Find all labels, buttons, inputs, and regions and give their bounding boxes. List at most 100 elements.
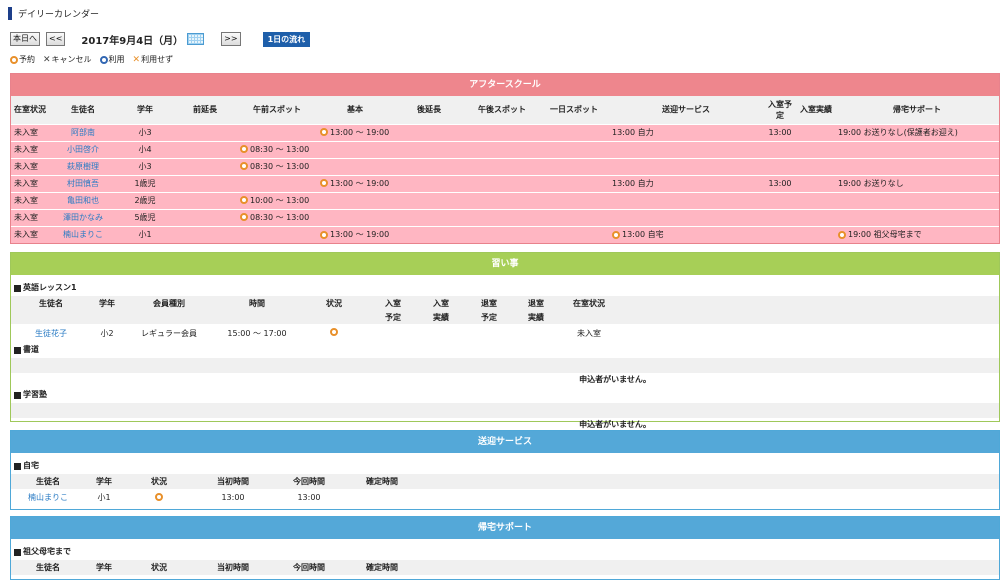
empty-cell: [173, 225, 237, 243]
col-grade: 学年: [85, 560, 123, 575]
entry-text: 13:00 ～ 19:00: [330, 230, 390, 239]
reserve-circle-icon[interactable]: [240, 196, 248, 205]
orange-circle-icon: [10, 55, 18, 64]
cell-am: 08:30 ～ 13:00: [237, 140, 317, 158]
empty-cell: [539, 191, 609, 209]
cell-am: 08:30 ～ 13:00: [237, 208, 317, 226]
blank: [91, 310, 123, 324]
cell-home: 19:00 お送りなし(保護者お迎え): [835, 123, 999, 141]
empty-cell: [173, 208, 237, 226]
table-row: 未入室 楠山まりこ 小1 13:00 ～ 19:00 13:00 自宅 19:00 祖父母…: [11, 225, 999, 243]
student-link[interactable]: 楠山まりこ: [11, 489, 85, 506]
empty-cell: [465, 324, 513, 342]
reserve-entry[interactable]: 13:00 自宅: [612, 229, 664, 240]
next-day-button[interactable]: >>: [221, 32, 241, 46]
col-out-actual: 退室: [513, 296, 559, 310]
entry-text: 08:30 ～ 13:00: [250, 144, 310, 154]
cell-send: [609, 208, 763, 226]
student-link[interactable]: 生徒花子: [11, 324, 91, 342]
cell-name[interactable]: 萩原樹理: [49, 157, 117, 175]
calligraphy-title: 書道: [11, 342, 999, 358]
day-flow-button[interactable]: 1日の流れ: [262, 31, 311, 47]
reserve-circle-icon[interactable]: [240, 145, 248, 154]
calendar-icon[interactable]: [187, 33, 205, 45]
cell-home: [835, 140, 999, 158]
orange-cross-icon: ✕: [132, 54, 141, 65]
empty-cell: [393, 123, 465, 141]
cell-send: 13:00 自力: [609, 123, 763, 141]
empty-cell: [539, 225, 609, 243]
col-room: 在室状況: [559, 296, 619, 310]
reserve-entry[interactable]: 08:30 ～ 13:00: [240, 144, 309, 155]
reserve-entry[interactable]: 19:00 祖父母宅まで: [838, 229, 922, 240]
room-status-cell: 未入室: [577, 328, 601, 338]
reserve-circle-icon[interactable]: [320, 128, 328, 137]
confirmed-time-cell: [347, 489, 417, 506]
reserve-circle-icon[interactable]: [320, 179, 328, 188]
col-spacer: [417, 474, 999, 489]
empty-cell: [369, 324, 417, 342]
cell-name[interactable]: 亀田和也: [49, 191, 117, 209]
cell-basic: 13:00 ～ 19:00: [317, 123, 393, 141]
empty-cell: [173, 140, 237, 158]
cell-name[interactable]: 澤田かなみ: [49, 208, 117, 226]
col-basic: 基本: [317, 96, 393, 124]
cell-grade: 小3: [117, 157, 173, 175]
cell-home: [835, 157, 999, 175]
cell-in-plan: 13:00: [763, 123, 797, 141]
reserve-entry[interactable]: 13:00 ～ 19:00: [320, 127, 389, 138]
home-header-row: 生徒名 学年 状況 当初時間 今回時間 確定時間: [11, 560, 999, 575]
table-row: 楠山まりこ 小1 13:00 13:00: [11, 489, 999, 506]
member-cell: レギュラー会員: [141, 328, 197, 338]
cell-name[interactable]: 村田慎吾: [49, 174, 117, 192]
reserve-circle-icon[interactable]: [329, 328, 338, 336]
date-nav: 本日へ << 2017年9月4日（月） >> 1日の流れ: [10, 31, 311, 47]
entry-text: 08:30 ～ 13:00: [250, 212, 310, 222]
cell-home: [835, 208, 999, 226]
cell-am: 10:00 ～ 13:00: [237, 191, 317, 209]
empty-cell: [797, 140, 835, 158]
col-in-plan: 入室予定: [763, 96, 797, 124]
col-name: 生徒名: [11, 560, 85, 575]
reserve-entry[interactable]: 08:30 ～ 13:00: [240, 212, 309, 223]
calligraphy-label: 書道: [23, 345, 39, 354]
prev-day-button[interactable]: <<: [46, 32, 66, 46]
reserve-circle-icon[interactable]: [838, 230, 846, 239]
reserve-circle-icon[interactable]: [154, 492, 163, 501]
reserve-circle-icon[interactable]: [612, 230, 620, 239]
cell-in-plan: [763, 157, 797, 175]
cell-home: 19:00 お送りなし: [835, 174, 999, 192]
entry-text: 10:00 ～ 13:00: [250, 195, 310, 205]
home-support-header: 帰宅サポート: [11, 517, 999, 539]
cell-in-plan: [763, 191, 797, 209]
reserve-circle-icon[interactable]: [240, 162, 248, 171]
cell-basic: 13:00 ～ 19:00: [317, 225, 393, 243]
empty-cell: [173, 157, 237, 175]
reserve-circle-icon[interactable]: [240, 213, 248, 222]
reserve-entry[interactable]: 13:00 ～ 19:00: [320, 229, 389, 240]
empty-cell: [173, 123, 237, 141]
today-button[interactable]: 本日へ: [10, 32, 40, 46]
entry-text: 13:00 ～ 19:00: [330, 178, 390, 188]
col-status: 在室状況: [11, 96, 49, 124]
col-name: 生徒名: [11, 296, 91, 310]
col-day: 一日スポット: [539, 96, 609, 124]
entry-text: 13:00 自宅: [622, 230, 664, 239]
empty-cell: [393, 225, 465, 243]
reserve-entry[interactable]: 13:00 ～ 19:00: [320, 178, 389, 189]
legend-label: 利用せず: [141, 55, 174, 64]
reserve-circle-icon[interactable]: [320, 230, 328, 239]
cell-send: 13:00 自力: [609, 174, 763, 192]
cell-send: 13:00 自宅: [609, 225, 763, 243]
empty-cell: [465, 191, 539, 209]
reserve-entry[interactable]: 10:00 ～ 13:00: [240, 195, 309, 206]
empty-cell: [539, 208, 609, 226]
cell-name[interactable]: 楠山まりこ: [49, 225, 117, 243]
dark-cross-icon: ✕: [43, 54, 51, 65]
cell-name[interactable]: 小田啓介: [49, 140, 117, 158]
cell-name[interactable]: 阿部南: [49, 123, 117, 141]
cell-basic: [317, 208, 393, 226]
reserve-entry[interactable]: 08:30 ～ 13:00: [240, 161, 309, 172]
col-actual: 実績: [417, 310, 465, 324]
blank: [215, 310, 299, 324]
